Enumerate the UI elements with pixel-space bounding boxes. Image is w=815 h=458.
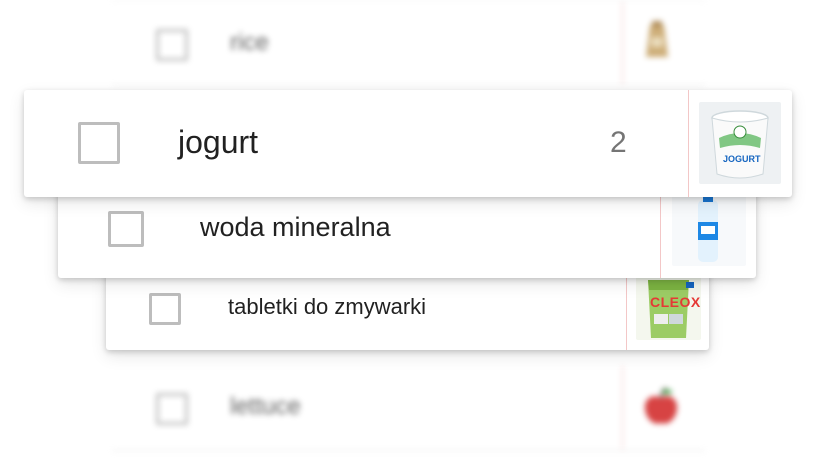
rice-bag-icon: [642, 19, 672, 59]
item-label: woda mineralna: [200, 212, 391, 242]
apple-icon: [642, 387, 680, 427]
list-item[interactable]: lettuce: [112, 365, 705, 451]
item-divider: [688, 90, 689, 197]
item-checkbox[interactable]: [78, 122, 120, 164]
item-checkbox[interactable]: [156, 29, 188, 61]
item-label: tabletki do zmywarki: [228, 294, 427, 319]
water-bottle-icon: [672, 196, 746, 266]
item-checkbox[interactable]: [108, 211, 144, 247]
yogurt-cup-icon: JOGURT: [699, 102, 781, 184]
item-divider: [622, 1, 623, 85]
item-label: jogurt: [178, 124, 259, 160]
list-item[interactable]: jogurt 2 JOGURT: [24, 90, 792, 197]
list-item[interactable]: rice: [112, 0, 705, 86]
item-checkbox[interactable]: [156, 393, 188, 425]
item-checkbox[interactable]: [149, 293, 181, 325]
item-label: rice: [230, 29, 269, 56]
item-label: lettuce: [230, 393, 301, 420]
dishwasher-tablets-icon: CLEOX: [636, 276, 701, 340]
thumb-brand-text: JOGURT: [723, 154, 761, 164]
item-divider: [622, 365, 623, 450]
thumb-brand-text: CLEOX: [650, 294, 701, 310]
item-quantity: 2: [610, 126, 627, 159]
